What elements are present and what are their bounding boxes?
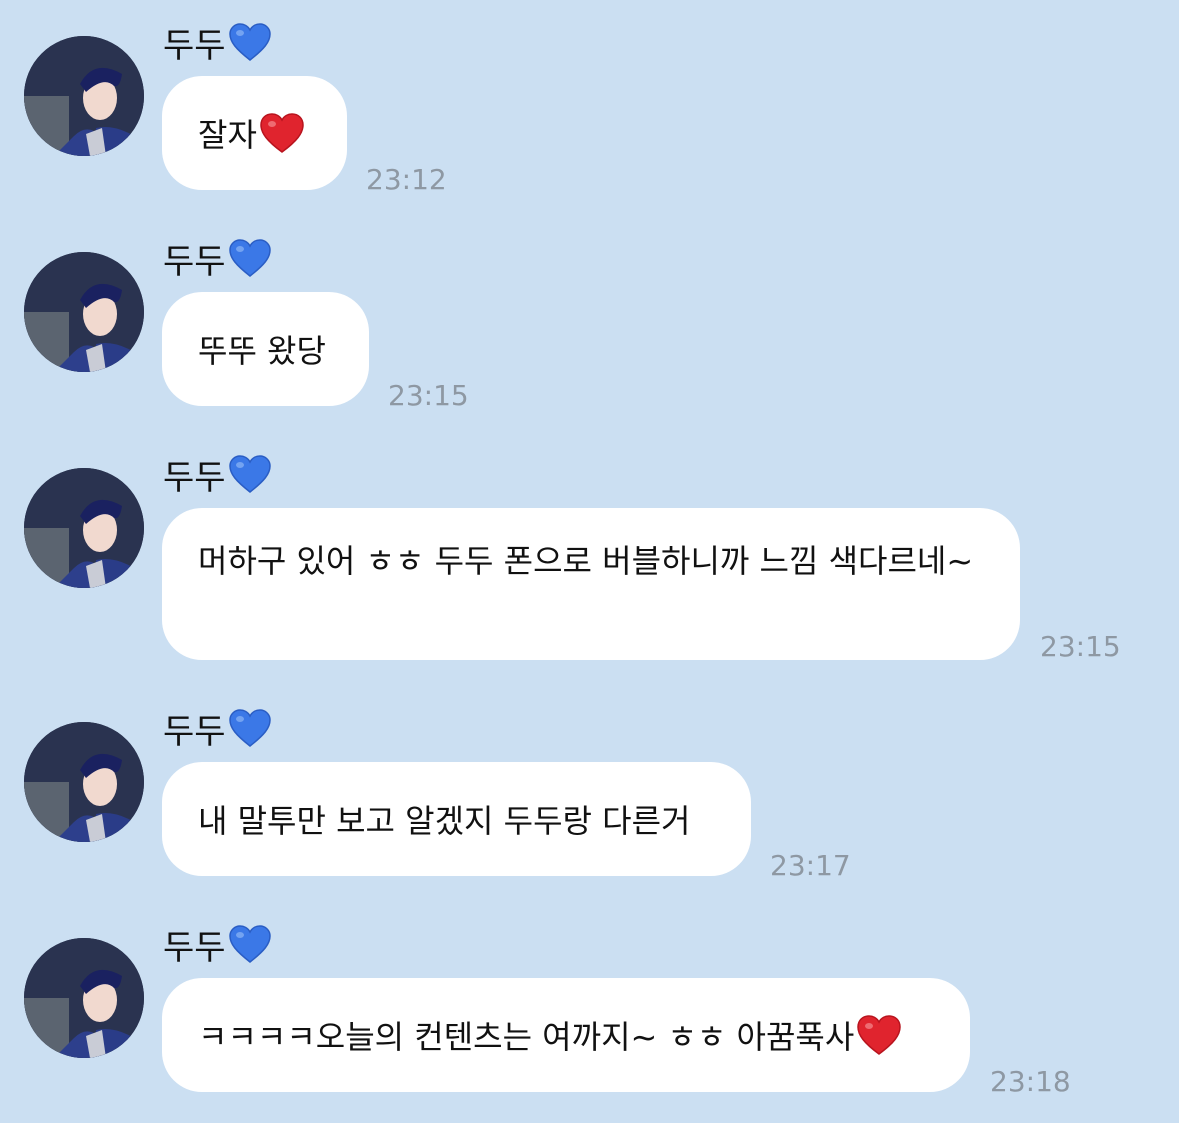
sender-label: 두두 xyxy=(163,711,226,752)
blue-heart-icon xyxy=(228,709,271,747)
sender-name: 두두 xyxy=(163,704,272,752)
message-text: 뚜뚜 왔당 xyxy=(198,332,326,370)
message-text: ㅋㅋㅋㅋ오늘의 컨텐츠는 여까지~ ㅎㅎ 아꿈푹사 xyxy=(198,1012,902,1058)
red-heart-icon xyxy=(857,1015,902,1055)
sender-label: 두두 xyxy=(163,25,226,66)
message-bubble[interactable]: 뚜뚜 왔당 xyxy=(162,292,369,406)
message-time: 23:15 xyxy=(388,379,469,412)
message-time: 23:18 xyxy=(990,1065,1071,1098)
sender-name: 두두 xyxy=(163,920,272,968)
message-bubble[interactable]: 잘자 xyxy=(162,76,347,190)
message-bubble[interactable]: 내 말투만 보고 알겠지 두두랑 다른거 xyxy=(162,762,751,876)
message-time: 23:15 xyxy=(1040,630,1121,663)
avatar[interactable] xyxy=(24,938,144,1058)
avatar[interactable] xyxy=(24,722,144,842)
sender-label: 두두 xyxy=(163,457,226,498)
sender-name: 두두 xyxy=(163,234,272,282)
chat-screen: { "chat": { "messages": [ { "sender": "두… xyxy=(0,0,1179,1123)
message-time: 23:17 xyxy=(770,849,851,882)
blue-heart-icon xyxy=(228,925,271,963)
avatar[interactable] xyxy=(24,36,144,156)
message-bubble[interactable]: 머하구 있어 ㅎㅎ 두두 폰으로 버블하니까 느낌 색다르네~ xyxy=(162,508,1020,660)
message-time: 23:12 xyxy=(366,163,447,196)
message-text: 잘자 xyxy=(198,110,305,156)
red-heart-icon xyxy=(260,113,304,153)
blue-heart-icon xyxy=(228,23,271,61)
sender-label: 두두 xyxy=(163,927,226,968)
blue-heart-icon xyxy=(228,239,271,277)
blue-heart-icon xyxy=(228,455,271,493)
message-text: 내 말투만 보고 알겠지 두두랑 다른거 xyxy=(198,802,691,840)
avatar[interactable] xyxy=(24,468,144,588)
avatar[interactable] xyxy=(24,252,144,372)
sender-label: 두두 xyxy=(163,241,226,282)
sender-name: 두두 xyxy=(163,18,272,66)
message-bubble[interactable]: ㅋㅋㅋㅋ오늘의 컨텐츠는 여까지~ ㅎㅎ 아꿈푹사 xyxy=(162,978,970,1092)
sender-name: 두두 xyxy=(163,450,272,498)
message-text: 머하구 있어 ㅎㅎ 두두 폰으로 버블하니까 느낌 색다르네~ xyxy=(198,542,974,580)
